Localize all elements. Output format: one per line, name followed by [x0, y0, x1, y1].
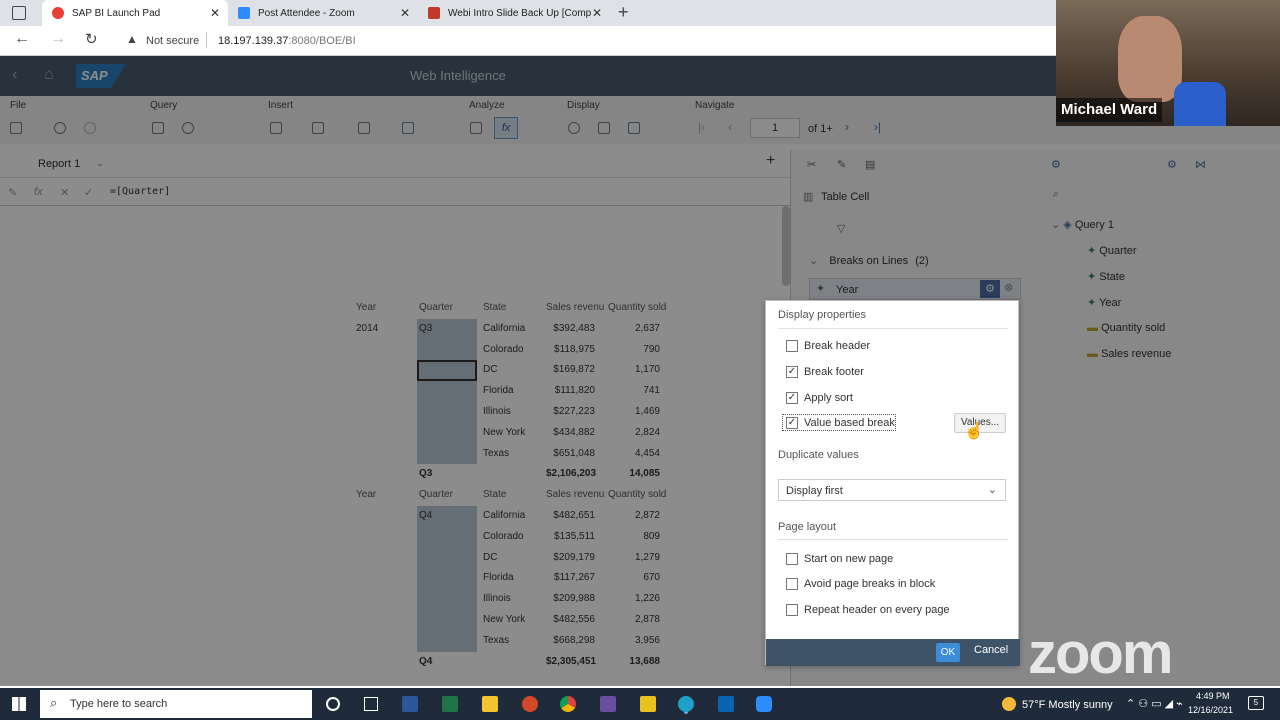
url-path: :8080/BOE/BI [288, 35, 356, 47]
apply-sort-checkbox[interactable]: ✓ [786, 392, 798, 404]
close-tab-icon[interactable]: ✕ [400, 6, 410, 20]
outlook-icon[interactable] [718, 696, 734, 712]
close-tab-icon[interactable]: ✕ [592, 6, 602, 20]
display-properties-heading: Display properties [778, 309, 867, 321]
divider [778, 328, 1008, 329]
break-header-checkbox[interactable] [786, 340, 798, 352]
zoom-video-tile: Michael Ward [1056, 0, 1280, 126]
sap-favicon-icon [52, 7, 64, 19]
participant-silhouette [1118, 16, 1182, 102]
clock-time[interactable]: 4:49 PM [1196, 691, 1230, 701]
participant-shirt [1174, 82, 1226, 126]
forward-arrow-icon[interactable]: → [50, 30, 66, 48]
file-explorer-icon[interactable] [482, 696, 498, 712]
tab-webi-intro-slides[interactable]: Webi Intro Slide Back Up [Comp ✕ [418, 0, 610, 26]
ok-button[interactable]: OK [936, 643, 960, 662]
start-new-page-label: Start on new page [804, 553, 894, 565]
value-based-break-label: Value based break [804, 417, 895, 429]
duplicate-values-select[interactable]: Display first ⌄ [778, 479, 1006, 501]
repeat-header-label: Repeat header on every page [804, 604, 950, 616]
start-new-page-checkbox[interactable] [786, 553, 798, 565]
notifications-icon[interactable]: 5 [1248, 696, 1264, 710]
tab-title: SAP BI Launch Pad [72, 7, 161, 19]
excel-icon[interactable] [442, 696, 458, 712]
zoom-watermark-logo: zoom [1028, 621, 1173, 686]
url-host: 18.197.139.37 [218, 35, 289, 47]
zoom-favicon-icon [238, 7, 250, 19]
break-properties-dialog: Display properties Break header ✓ Break … [765, 300, 1020, 666]
break-header-label: Break header [804, 340, 871, 352]
dialog-footer: OK Cancel [766, 639, 1020, 666]
task-view-icon[interactable] [364, 697, 378, 711]
taskbar-search-box[interactable]: ⌕ Type here to search [40, 690, 312, 718]
separator [206, 32, 207, 48]
repeat-header-checkbox[interactable] [786, 604, 798, 616]
break-footer-label: Break footer [804, 366, 864, 378]
tab-title: Post Attendee - Zoom [258, 7, 355, 19]
clock-date[interactable]: 12/16/2021 [1188, 705, 1233, 715]
reload-icon[interactable]: ↻ [85, 30, 98, 48]
sticky-notes-icon[interactable] [640, 696, 656, 712]
value-based-break-checkbox[interactable]: ✓ [786, 417, 798, 429]
taskbar-search-placeholder: Type here to search [70, 698, 168, 710]
browser-tab-bar: SAP BI Launch Pad ✕ Post Attendee - Zoom… [0, 0, 1056, 26]
word-icon[interactable] [402, 696, 418, 712]
security-label: Not secure [146, 35, 200, 47]
cortana-icon[interactable] [326, 697, 340, 711]
avoid-page-breaks-label: Avoid page breaks in block [804, 578, 936, 590]
close-tab-icon[interactable]: ✕ [210, 6, 220, 20]
apply-sort-label: Apply sort [804, 392, 853, 404]
powerpoint-icon[interactable] [522, 696, 538, 712]
duplicate-values-heading: Duplicate values [778, 449, 859, 461]
url-text[interactable]: 18.197.139.37:8080/BOE/BI [218, 35, 356, 47]
tray-icons[interactable]: ⌃ ⚇ ▭ ◢ ⌁ [1126, 697, 1183, 710]
duplicate-values-value: Display first [786, 485, 843, 497]
cancel-button[interactable]: Cancel [974, 644, 1008, 656]
window-menu-icon[interactable] [12, 6, 26, 20]
chrome-icon[interactable] [560, 696, 576, 712]
tab-sap-bi-launch-pad[interactable]: SAP BI Launch Pad ✕ [42, 0, 228, 26]
new-tab-icon[interactable]: + [618, 2, 629, 23]
warning-icon: ▲ [126, 32, 138, 46]
tab-title: Webi Intro Slide Back Up [Comp [448, 7, 592, 19]
zoom-app-icon[interactable] [756, 696, 772, 712]
modal-overlay [0, 56, 1280, 686]
app-icon[interactable] [600, 696, 616, 712]
cursor-hand-icon: ☝ [964, 423, 984, 440]
break-footer-checkbox[interactable]: ✓ [786, 366, 798, 378]
pdf-favicon-icon [428, 7, 440, 19]
participant-name: Michael Ward [1056, 98, 1163, 122]
address-bar: ← → ↻ ▲ Not secure 18.197.139.37:8080/BO… [0, 26, 1056, 56]
search-icon: ⌕ [50, 695, 58, 710]
edge-icon[interactable] [678, 696, 694, 712]
divider [778, 539, 1008, 540]
tab-post-attendee-zoom[interactable]: Post Attendee - Zoom ✕ [228, 0, 418, 26]
page-layout-heading: Page layout [778, 521, 837, 533]
windows-start-icon[interactable] [12, 697, 26, 711]
back-arrow-icon[interactable]: ← [14, 30, 30, 48]
avoid-page-breaks-checkbox[interactable] [786, 578, 798, 590]
weather-icon [1002, 697, 1016, 711]
weather-text[interactable]: 57°F Mostly sunny [1022, 699, 1113, 711]
chevron-down-icon: ⌄ [987, 484, 997, 496]
